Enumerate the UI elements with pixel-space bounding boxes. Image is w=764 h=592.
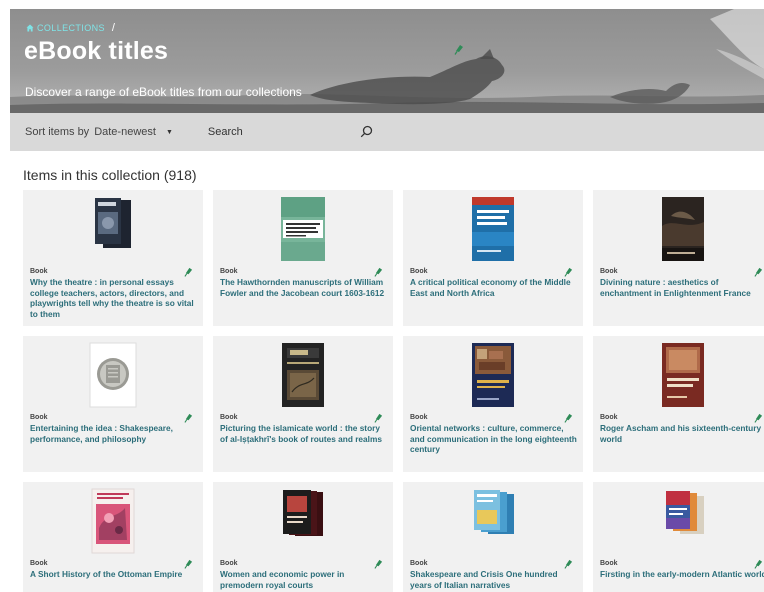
- item-title-link[interactable]: Oriental networks : culture, commerce, a…: [410, 423, 577, 455]
- book-cover-image[interactable]: [91, 488, 135, 554]
- page-title: eBook titles: [24, 37, 169, 65]
- item-type: Book: [30, 414, 48, 421]
- sort-value: Date-newest: [94, 126, 156, 138]
- book-cover-image[interactable]: [279, 488, 327, 538]
- item-card[interactable]: Book Shakespeare and Crisis One hundred …: [403, 482, 583, 592]
- item-card[interactable]: Book Firsting in the early-modern Atlant…: [593, 482, 764, 592]
- item-title-link[interactable]: Women and economic power in premodern ro…: [220, 569, 387, 590]
- item-card[interactable]: Book A Short History of the Ottoman Empi…: [23, 482, 203, 592]
- item-title-link[interactable]: Roger Ascham and his sixteenth-century w…: [600, 423, 764, 444]
- cover-area: [213, 196, 393, 262]
- item-type: Book: [600, 560, 618, 567]
- home-icon[interactable]: [26, 24, 34, 32]
- item-card[interactable]: Book The Hawthornden manuscripts of Will…: [213, 190, 393, 326]
- item-type: Book: [220, 268, 238, 275]
- item-title-link[interactable]: Entertaining the idea : Shakespeare, per…: [30, 423, 197, 444]
- item-card[interactable]: Book Roger Ascham and his sixteenth-cent…: [593, 336, 764, 472]
- search-icon[interactable]: [360, 125, 373, 143]
- book-cover-image[interactable]: [89, 196, 137, 250]
- hero-banner: COLLECTIONS / eBook titles Discover a ra…: [10, 9, 764, 113]
- cover-area: [213, 488, 393, 554]
- cover-area: [593, 196, 764, 262]
- item-type: Book: [410, 560, 428, 567]
- breadcrumb-separator: /: [111, 22, 116, 34]
- toolbar: Sort items by Date-newest ▼: [10, 113, 764, 151]
- item-type: Book: [220, 414, 238, 421]
- book-cover-image[interactable]: [661, 342, 705, 408]
- cover-area: [23, 488, 203, 554]
- cover-area: [403, 196, 583, 262]
- book-cover-image[interactable]: [468, 488, 518, 538]
- book-cover-image[interactable]: [281, 342, 325, 408]
- item-card[interactable]: Book Why the theatre : in personal essay…: [23, 190, 203, 326]
- book-cover-image[interactable]: [280, 196, 326, 262]
- item-card[interactable]: Book Picturing the islamicate world : th…: [213, 336, 393, 472]
- cover-area: [23, 196, 203, 262]
- item-title-link[interactable]: Divining nature : aesthetics of enchantm…: [600, 277, 764, 298]
- cover-area: [403, 488, 583, 554]
- cover-area: [593, 342, 764, 408]
- search-input[interactable]: [207, 126, 348, 138]
- item-title-link[interactable]: Why the theatre : in personal essays col…: [30, 277, 197, 319]
- item-title-link[interactable]: Shakespeare and Crisis One hundred years…: [410, 569, 577, 590]
- book-cover-image[interactable]: [471, 342, 515, 408]
- book-cover-image[interactable]: [658, 488, 708, 538]
- cover-area: [403, 342, 583, 408]
- page-subtitle: Discover a range of eBook titles from ou…: [25, 85, 302, 99]
- breadcrumb-collections-link[interactable]: COLLECTIONS: [37, 23, 105, 33]
- item-type: Book: [410, 268, 428, 275]
- item-type: Book: [600, 414, 618, 421]
- collection-heading: Items in this collection (918): [23, 167, 197, 183]
- book-cover-image[interactable]: [89, 342, 137, 408]
- item-title-link[interactable]: The Hawthornden manuscripts of William F…: [220, 277, 387, 298]
- book-cover-image[interactable]: [471, 196, 515, 262]
- cover-area: [593, 488, 764, 554]
- pin-icon[interactable]: [454, 42, 464, 60]
- cover-area: [213, 342, 393, 408]
- item-card[interactable]: Book Divining nature : aesthetics of enc…: [593, 190, 764, 326]
- search-box: [207, 120, 378, 144]
- item-type: Book: [220, 560, 238, 567]
- item-title-link[interactable]: Firsting in the early-modern Atlantic wo…: [600, 569, 764, 580]
- item-card[interactable]: Book A critical political economy of the…: [403, 190, 583, 326]
- caret-down-icon: ▼: [165, 128, 173, 136]
- book-cover-image[interactable]: [661, 196, 705, 262]
- sort-label: Sort items by: [25, 126, 90, 138]
- item-type: Book: [600, 268, 618, 275]
- item-title-link[interactable]: A critical political economy of the Midd…: [410, 277, 577, 298]
- cover-area: [23, 342, 203, 408]
- item-title-link[interactable]: Picturing the islamicate world : the sto…: [220, 423, 387, 444]
- item-card[interactable]: Book Women and economic power in premode…: [213, 482, 393, 592]
- item-title-link[interactable]: A Short History of the Ottoman Empire: [30, 569, 197, 580]
- items-grid: Book Why the theatre : in personal essay…: [23, 190, 764, 592]
- breadcrumb: COLLECTIONS /: [26, 22, 115, 34]
- item-card[interactable]: Book Entertaining the idea : Shakespeare…: [23, 336, 203, 472]
- item-card[interactable]: Book Oriental networks : culture, commer…: [403, 336, 583, 472]
- item-type: Book: [30, 560, 48, 567]
- item-type: Book: [410, 414, 428, 421]
- sort-dropdown[interactable]: Date-newest ▼: [94, 126, 173, 138]
- item-type: Book: [30, 268, 48, 275]
